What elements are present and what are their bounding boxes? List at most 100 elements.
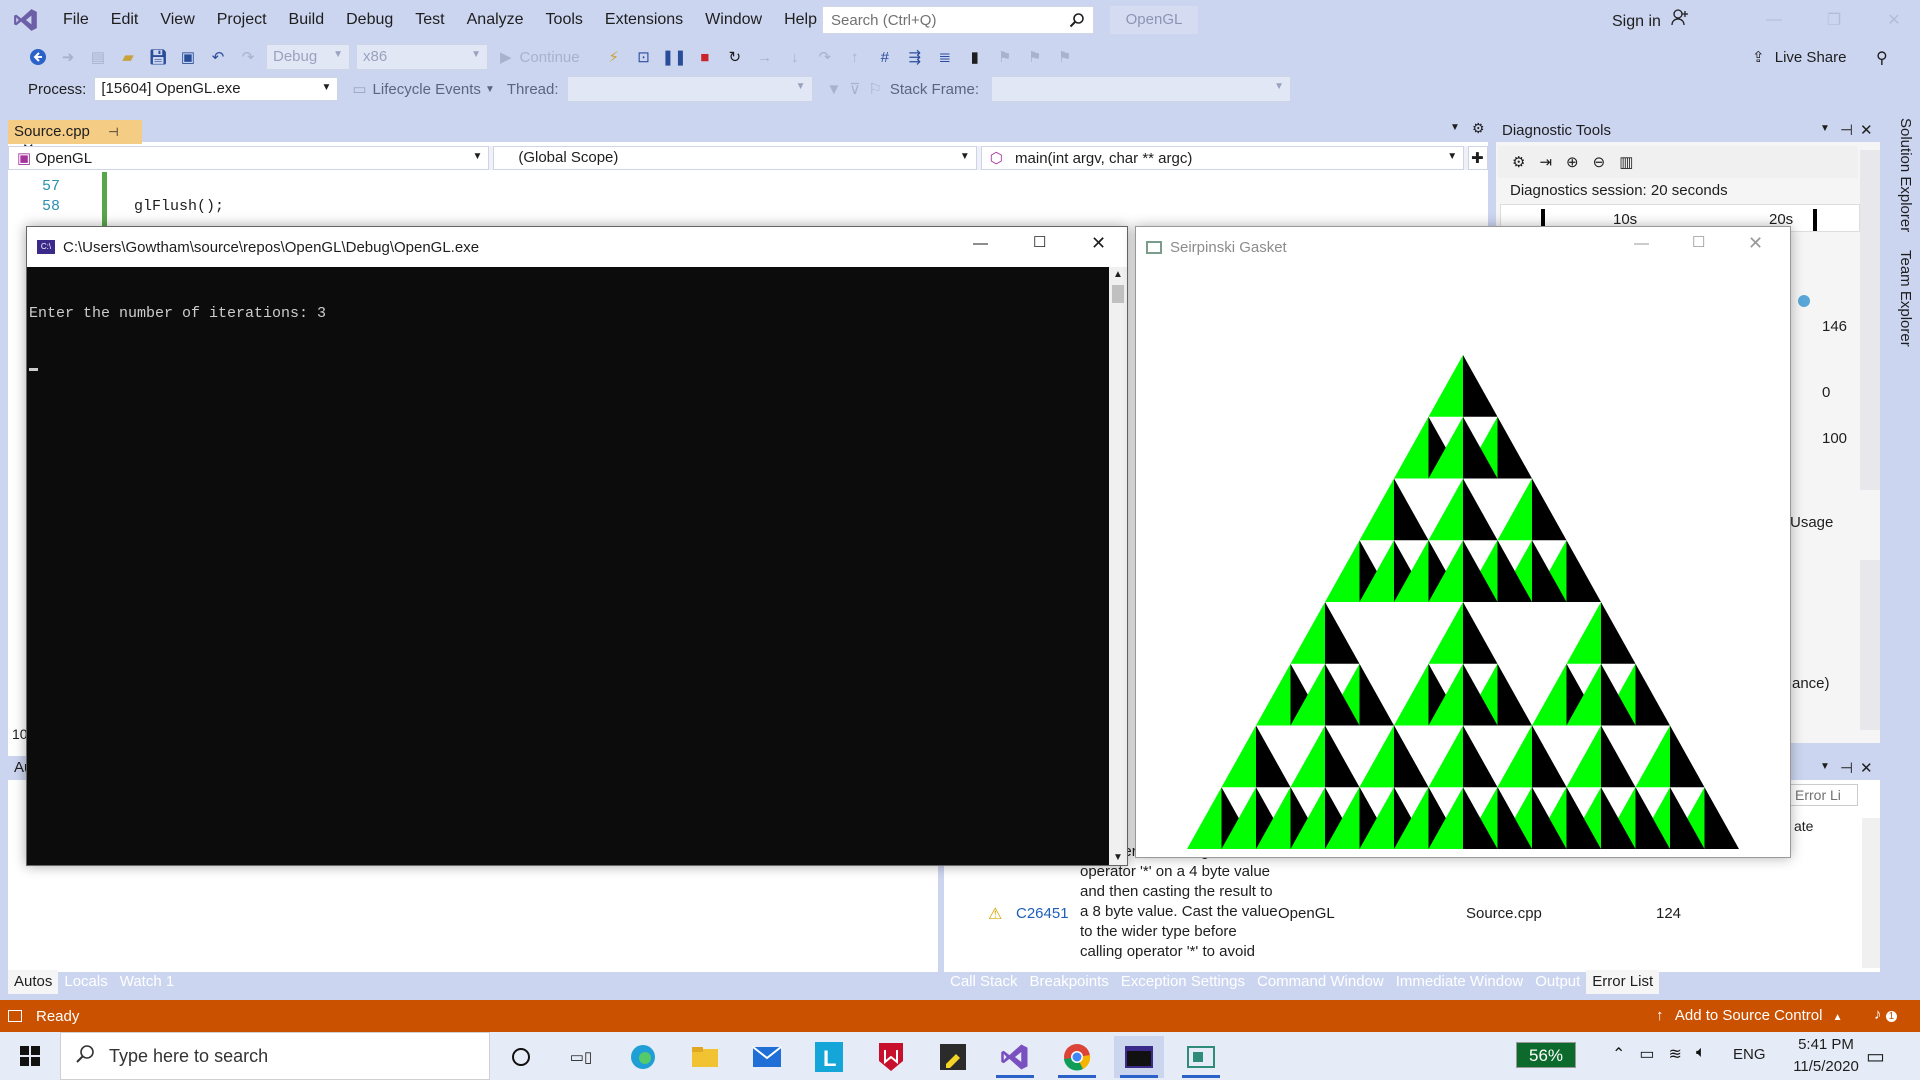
tab-error-list[interactable]: Error List (1586, 970, 1660, 994)
console-output[interactable]: Enter the number of iterations: 3 (27, 267, 1111, 865)
opengl-taskbar-icon[interactable] (1176, 1036, 1226, 1078)
project-select[interactable]: ▣ OpenGL ▼ (8, 146, 490, 170)
comment-icon[interactable]: ≣ (933, 44, 957, 70)
restore-icon[interactable]: ❐ (1808, 0, 1860, 40)
menu-edit[interactable]: Edit (100, 0, 150, 40)
save-all-icon[interactable]: ▣ (176, 44, 200, 70)
file-explorer-icon[interactable] (680, 1036, 730, 1078)
l-app-icon[interactable]: L (804, 1036, 854, 1078)
close-icon[interactable]: ✕ (1091, 233, 1106, 254)
panel-dropdown-icon[interactable]: ▼ (1820, 761, 1830, 772)
console-title-bar[interactable]: C:\ C:\Users\Gowtham\source\repos\OpenGL… (27, 227, 1127, 267)
bookmark-icon[interactable]: ▮ (963, 44, 987, 70)
tab-output[interactable]: Output (1529, 970, 1586, 994)
scroll-up-icon[interactable]: ▲ (1113, 269, 1123, 280)
panel-pin-icon[interactable]: ⊣ (1840, 121, 1853, 139)
process-select[interactable]: [15604] OpenGL.exe ▼ (94, 77, 339, 101)
mail-icon[interactable] (742, 1036, 792, 1078)
battery-icon[interactable]: ▭ (1639, 1044, 1654, 1064)
live-share-button[interactable]: ⇪ Live Share (1752, 48, 1846, 66)
console-window[interactable]: C:\ C:\Users\Gowtham\source\repos\OpenGL… (26, 226, 1128, 866)
notification-icon[interactable]: ♪ 1 (1874, 1006, 1898, 1023)
menu-analyze[interactable]: Analyze (456, 0, 535, 40)
error-list-search[interactable]: Error Li (1790, 784, 1858, 806)
zoom-in-icon[interactable]: ⊕ (1566, 153, 1579, 171)
thread-icon[interactable]: ⇶ (903, 44, 927, 70)
search-input[interactable]: Search (Ctrl+Q) (822, 6, 1094, 34)
menu-file[interactable]: File (52, 0, 100, 40)
forward-icon[interactable]: ➜ (56, 44, 80, 70)
scroll-down-icon[interactable]: ▼ (1113, 852, 1123, 863)
tab-watch-1[interactable]: Watch 1 (114, 970, 180, 994)
menu-extensions[interactable]: Extensions (594, 0, 694, 40)
tab-exception-settings[interactable]: Exception Settings (1115, 970, 1251, 994)
step-out-icon[interactable]: ↑ (843, 44, 867, 70)
restart-icon[interactable]: ↻ (723, 44, 747, 70)
mcafee-icon[interactable] (866, 1036, 916, 1078)
language-indicator[interactable]: ENG (1733, 1046, 1766, 1063)
thread-select[interactable]: ▼ (566, 76, 813, 102)
pause-icon[interactable]: ❚❚ (662, 44, 687, 70)
platform-select[interactable]: x86 ▼ (356, 44, 488, 70)
menu-tools[interactable]: Tools (535, 0, 594, 40)
summary-scrollbar[interactable] (1860, 560, 1880, 730)
undo-icon[interactable]: ↶ (206, 44, 230, 70)
menu-test[interactable]: Test (404, 0, 455, 40)
diagnostics-scrollbar[interactable] (1860, 150, 1880, 490)
minimize-icon[interactable]: — (1748, 0, 1800, 40)
step-over-icon[interactable]: ↷ (813, 44, 837, 70)
chrome-icon[interactable] (1052, 1036, 1102, 1078)
opengl-window[interactable]: Seirpinski Gasket — ☐ ✕ (1135, 226, 1791, 858)
lifecycle-events-button[interactable]: Lifecycle Events (373, 81, 481, 98)
screenshot-icon[interactable]: ⊡ (632, 44, 656, 70)
stack-frame-select[interactable]: ▼ (991, 76, 1292, 102)
volume-icon[interactable]: 🔈︎ (1696, 1044, 1706, 1064)
tab-locals[interactable]: Locals (58, 970, 113, 994)
wifi-icon[interactable]: ≋ (1669, 1044, 1682, 1064)
menu-window[interactable]: Window (694, 0, 773, 40)
new-item-icon[interactable]: ▤ (86, 44, 110, 70)
chart-icon[interactable]: ▥ (1619, 153, 1633, 171)
tab-immediate-window[interactable]: Immediate Window (1390, 970, 1530, 994)
feedback-icon[interactable]: ⚲ (1876, 48, 1888, 68)
save-icon[interactable]: 💾︎ (146, 44, 170, 70)
opengl-title-bar[interactable]: Seirpinski Gasket — ☐ ✕ (1136, 227, 1790, 267)
back-icon[interactable] (26, 44, 50, 70)
menu-help[interactable]: Help (773, 0, 828, 40)
action-center-icon[interactable]: ▭ (1866, 1044, 1885, 1069)
scroll-thumb[interactable] (1112, 285, 1124, 303)
continue-button[interactable]: ▶ Continue (494, 44, 586, 70)
team-explorer-tab[interactable]: Team Explorer (1884, 250, 1914, 350)
close-icon[interactable]: ✕ (1868, 0, 1920, 40)
edge-icon[interactable] (618, 1036, 668, 1078)
hex-display-icon[interactable]: # (873, 44, 897, 70)
taskbar-search[interactable]: Type here to search (60, 1032, 490, 1080)
bookmark-clear-icon[interactable]: ⚑ (1053, 44, 1077, 70)
panel-close-icon[interactable]: ✕ (1860, 759, 1873, 777)
visual-studio-taskbar-icon[interactable] (990, 1036, 1040, 1078)
step-into-icon[interactable]: ↓ (783, 44, 807, 70)
sign-in-link[interactable]: Sign in (1612, 8, 1689, 31)
panel-close-icon[interactable]: ✕ (1860, 121, 1873, 139)
panel-pin-icon[interactable]: ⊣ (1840, 759, 1853, 777)
close-icon[interactable]: ✕ (1748, 233, 1763, 254)
panel-dropdown-icon[interactable]: ▼ (1820, 123, 1830, 134)
settings-icon[interactable]: ⚙ (1472, 120, 1485, 137)
minimize-icon[interactable]: — (973, 235, 988, 252)
visual-studio-logo-icon[interactable] (0, 0, 52, 40)
task-view-icon[interactable]: ▭▯ (556, 1036, 606, 1078)
sticky-notes-icon[interactable] (928, 1036, 978, 1078)
error-code-link[interactable]: C26451 (1016, 905, 1069, 922)
tab-source-cpp[interactable]: Source.cpp ⊣ ✕ (8, 120, 142, 158)
pin-icon[interactable]: ⊣ (108, 125, 118, 139)
tab-overflow-icon[interactable]: ▼ (1450, 122, 1460, 133)
bookmark-next-icon[interactable]: ⚑ (1023, 44, 1047, 70)
attach-icon[interactable]: ⚡︎ (602, 44, 626, 70)
start-icon[interactable] (0, 1032, 60, 1080)
error-list-scrollbar[interactable] (1862, 818, 1880, 968)
gear-icon[interactable]: ⚙ (1512, 153, 1525, 171)
clock[interactable]: 5:41 PM 11/5/2020 (1784, 1034, 1868, 1078)
zoom-out-icon[interactable]: ⊖ (1593, 153, 1606, 171)
split-icon[interactable]: ✚ (1468, 146, 1489, 170)
menu-project[interactable]: Project (206, 0, 278, 40)
